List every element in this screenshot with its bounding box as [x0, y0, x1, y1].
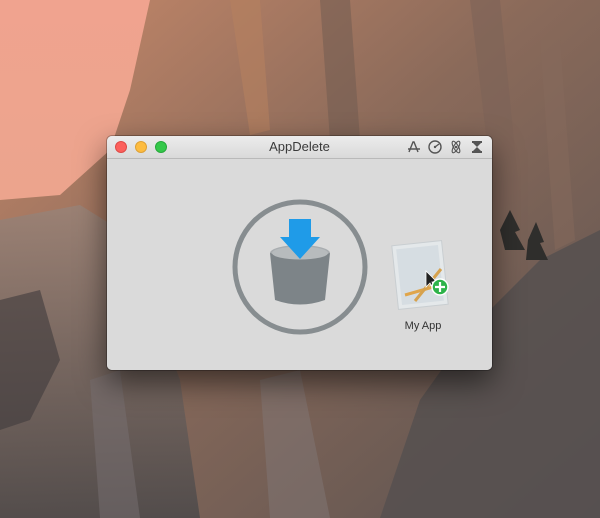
atom-icon[interactable]	[448, 139, 464, 155]
hourglass-icon[interactable]	[469, 139, 485, 155]
plus-icon	[431, 278, 449, 296]
app-icon	[391, 240, 449, 310]
window-content: My App	[107, 159, 492, 370]
dropped-app-label: My App	[404, 320, 442, 332]
dropped-app-icon[interactable]	[389, 237, 459, 317]
title-bar[interactable]: AppDelete	[107, 136, 492, 159]
drop-zone[interactable]	[230, 197, 370, 337]
disk-icon[interactable]	[427, 139, 443, 155]
app-store-icon[interactable]	[406, 139, 422, 155]
trash-download-icon	[270, 219, 330, 305]
appdelete-window: AppDelete My App	[107, 136, 492, 370]
